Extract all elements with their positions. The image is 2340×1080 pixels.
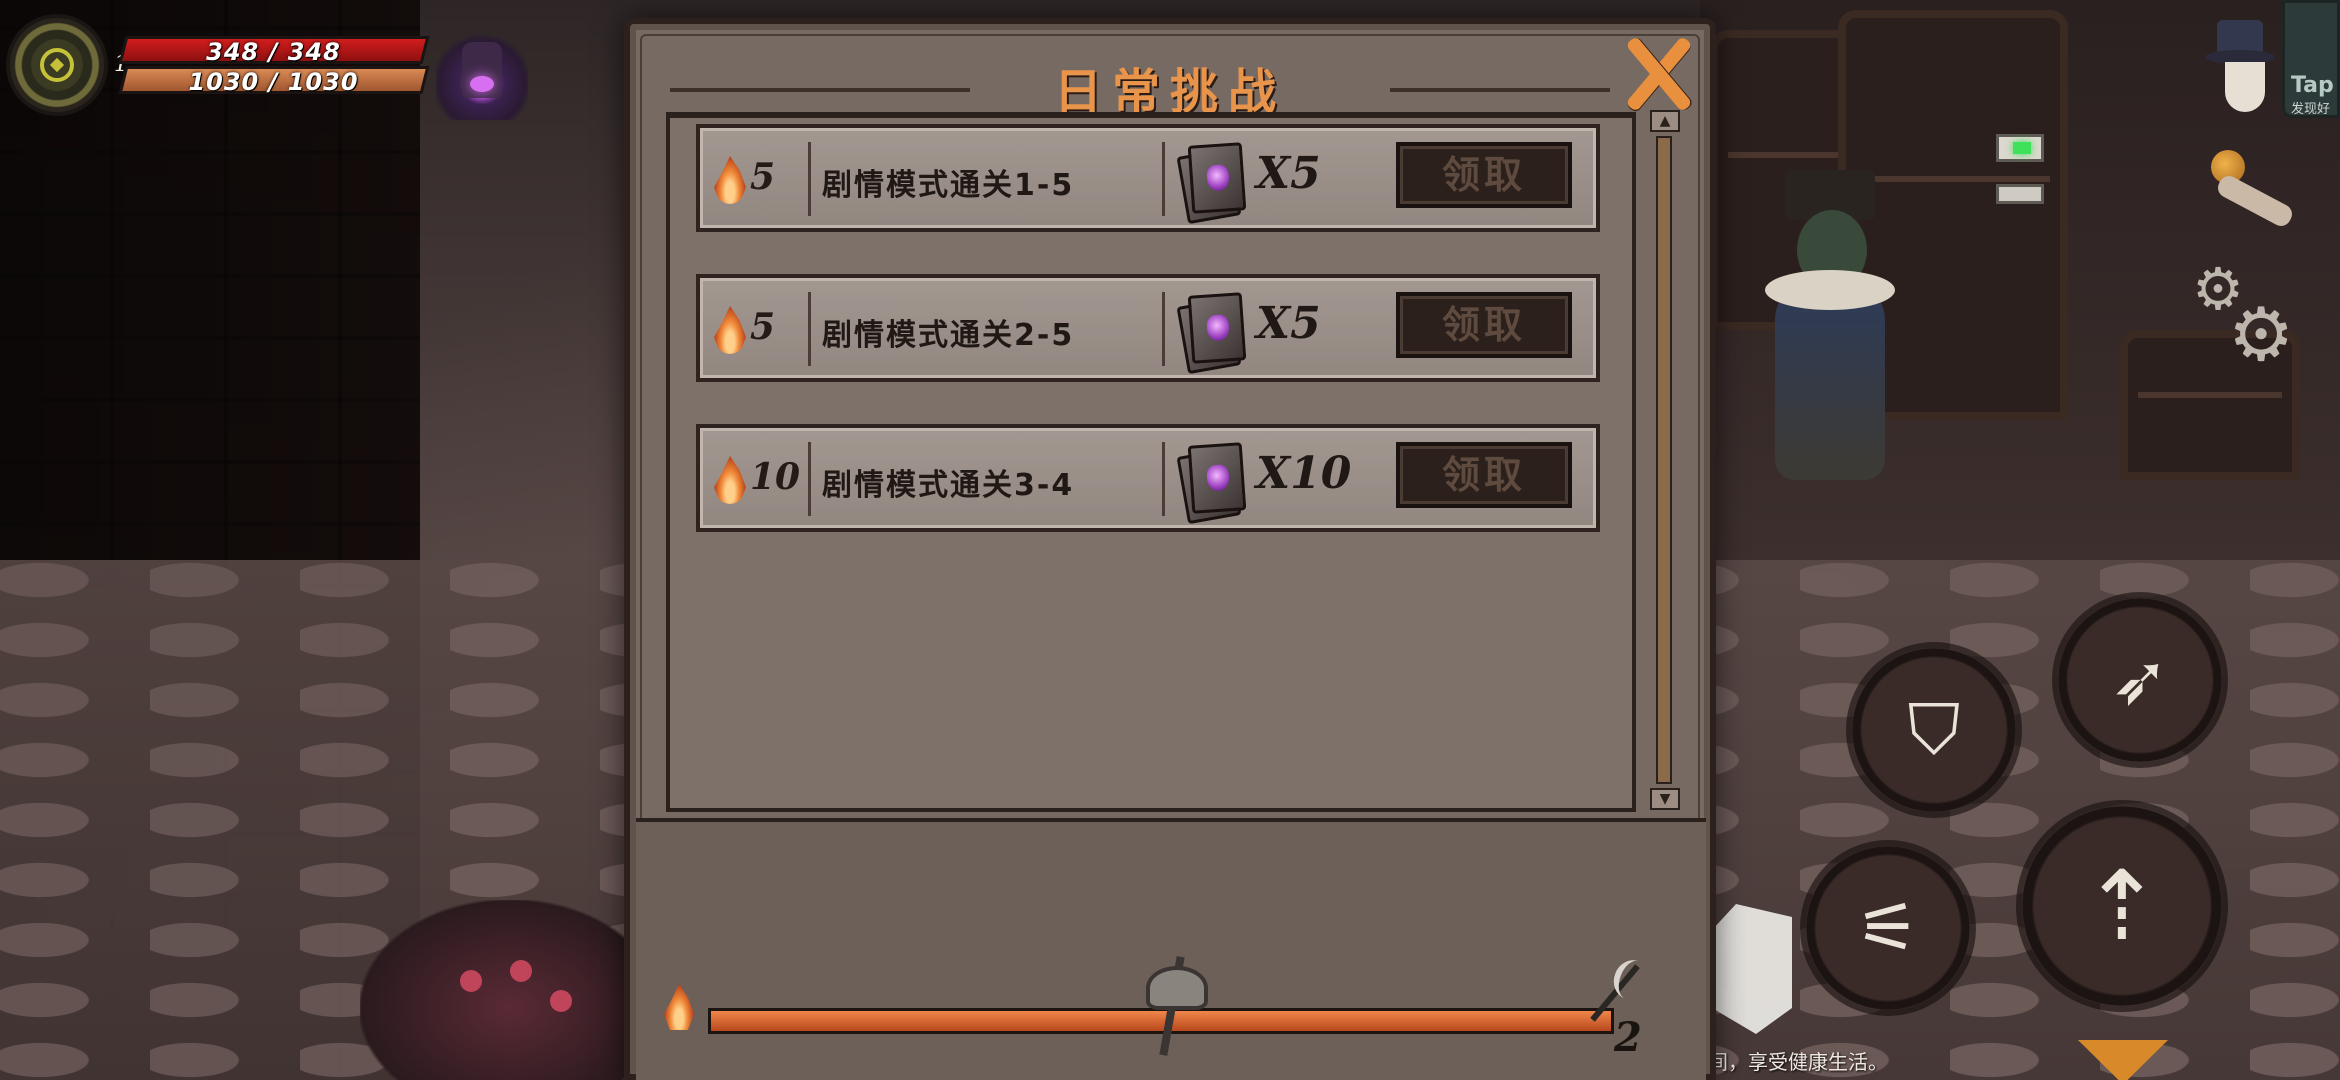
flame-icon (714, 156, 746, 204)
task-row: 5 剧情模式通关1-5 X5 领取 (696, 124, 1600, 232)
merchant-npc[interactable] (1745, 170, 1925, 530)
creature-eye (550, 990, 572, 1012)
task-row: 10 剧情模式通关3-4 X10 领取 (696, 424, 1600, 532)
coin-hand-icon[interactable] (2195, 130, 2296, 250)
hand-icon (2214, 172, 2296, 230)
hp-text: 348 / 348 (206, 38, 341, 66)
flame-icon (664, 984, 694, 1030)
hat-face (2225, 62, 2265, 112)
dash-skill-button[interactable]: ➶ (2058, 598, 2222, 762)
shield-skill-button[interactable]: ⛉ (1852, 648, 2016, 812)
taptap-badge[interactable]: Tap 发现好 (2282, 0, 2340, 118)
gear-icon: ⚙ (2228, 292, 2295, 378)
claim-button[interactable]: 领取 (1396, 142, 1572, 208)
axe-milestone-icon[interactable] (1132, 956, 1212, 1056)
dash-skill-icon: ➶ (2110, 639, 2170, 721)
scroll-up-icon[interactable]: ▲ (1650, 110, 1680, 132)
taptap-sub: 发现好 (2291, 102, 2331, 117)
claim-button[interactable]: 领取 (1396, 442, 1572, 508)
flag-top (1996, 134, 2044, 162)
signal-flag-icon[interactable] (1996, 134, 2044, 206)
flame-icon (714, 306, 746, 354)
player-avatar[interactable] (6, 14, 108, 116)
flame-icon (714, 456, 746, 504)
row-divider (1162, 292, 1165, 366)
npc-body (1775, 280, 1885, 480)
milestone-count: 2 (1614, 1014, 1642, 1061)
task-row: 5 剧情模式通关2-5 X5 领取 (696, 274, 1600, 382)
taptap-label: Tap (2291, 73, 2334, 98)
task-points: 10 (750, 456, 801, 498)
scroll-down-icon[interactable]: ▼ (1650, 788, 1680, 810)
hp-bar: 348 / 348 (118, 36, 430, 66)
task-name: 剧情模式通关3-4 (822, 468, 1075, 503)
task-name: 剧情模式通关1-5 (822, 168, 1075, 203)
reward-quantity: X5 (1256, 298, 1321, 349)
task-points: 5 (750, 306, 776, 348)
companion-portrait[interactable] (436, 28, 528, 120)
scroll-track[interactable] (1656, 136, 1672, 784)
mp-bar: 1030 / 1030 (118, 66, 430, 96)
guard-shield-icon (1712, 904, 1792, 1034)
creature-eye (510, 960, 532, 982)
reward-quantity: X10 (1256, 448, 1352, 499)
reward-quantity: X5 (1256, 148, 1321, 199)
purple-gem-book-icon (1176, 442, 1248, 525)
purple-gem-book-icon (1176, 142, 1248, 225)
npc-collar (1765, 270, 1895, 310)
settings-button[interactable]: ⚙ ⚙ (2180, 260, 2294, 372)
class-emblem-icon (40, 48, 74, 82)
close-icon[interactable] (1618, 30, 1698, 110)
attack-button[interactable]: ⇡ (2022, 806, 2222, 1006)
book-front (1187, 292, 1247, 364)
purple-gem-book-icon (1176, 292, 1248, 375)
flag-bottom (1996, 184, 2044, 204)
row-divider (808, 142, 811, 216)
row-divider (808, 442, 811, 516)
shadow-creature (360, 900, 660, 1080)
claw-skill-button[interactable]: ⚟ (1806, 846, 1970, 1010)
claw-skill-icon: ⚟ (1856, 887, 1920, 969)
book-front (1187, 442, 1247, 514)
task-points: 5 (750, 156, 776, 198)
book-front (1187, 142, 1247, 214)
row-divider (1162, 442, 1165, 516)
shield-skill-icon: ⛉ (1907, 688, 1961, 771)
row-divider (1162, 142, 1165, 216)
health-tip-text: 间，享受健康生活。 (1708, 1052, 1888, 1074)
task-name: 剧情模式通关2-5 (822, 318, 1075, 353)
mp-text: 1030 / 1030 (188, 68, 359, 96)
task-list-scrollbar[interactable]: ▲ ▼ (1648, 110, 1682, 810)
row-divider (808, 292, 811, 366)
claim-button[interactable]: 领取 (1396, 292, 1572, 358)
spear-attack-icon: ⇡ (2081, 850, 2163, 962)
creature-eye (460, 970, 482, 992)
